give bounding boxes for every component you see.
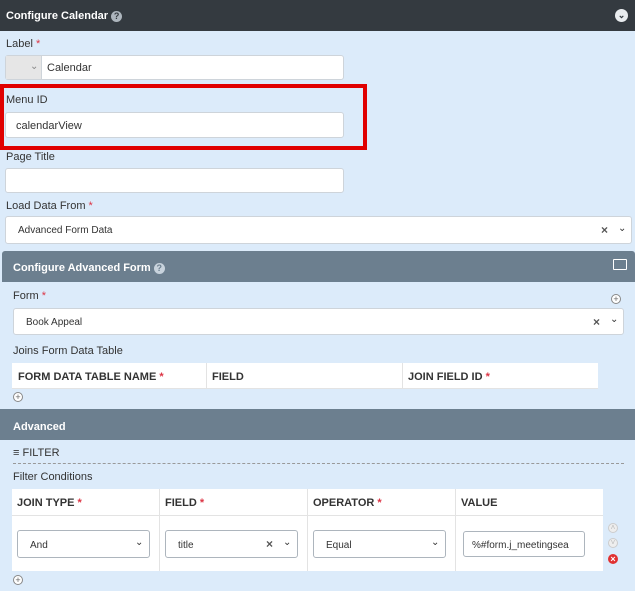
value-input-value: %#form.j_meetingsea — [472, 540, 569, 551]
load-data-label: Load Data From * — [6, 200, 93, 212]
column-divider — [307, 489, 308, 571]
col-join-type: JOIN TYPE * — [17, 497, 82, 509]
operator-value: Equal — [326, 540, 352, 551]
layers-icon: ≡ — [13, 447, 20, 459]
col-operator: OPERATOR * — [313, 497, 382, 509]
required-mark: * — [485, 371, 490, 383]
col-form-data-table-name-text: FORM DATA TABLE NAME — [18, 371, 157, 383]
chevron-down-icon[interactable]: ⌄ — [610, 314, 618, 325]
add-condition-icon[interactable]: + — [13, 575, 23, 585]
load-data-select[interactable]: Advanced Form Data × ⌄ — [5, 216, 632, 244]
label-field-label: Label * — [6, 38, 40, 50]
label-input-value: Calendar — [47, 62, 92, 74]
load-data-label-text: Load Data From — [6, 200, 86, 212]
join-type-value: And — [30, 540, 48, 551]
form-label-text: Form — [13, 290, 39, 302]
joins-form-data-table-label: Joins Form Data Table — [13, 345, 123, 357]
clear-icon[interactable]: × — [601, 223, 608, 237]
column-divider — [402, 363, 403, 389]
required-mark: * — [77, 497, 82, 509]
move-down-icon[interactable]: ˅ — [608, 538, 618, 548]
required-mark: * — [199, 497, 205, 509]
add-icon[interactable]: + — [611, 294, 621, 304]
col-operator-text: OPERATOR — [313, 497, 375, 509]
help-icon[interactable]: ? — [111, 10, 123, 22]
configure-calendar-header: Configure Calendar? ⌄ — [0, 0, 635, 31]
icon-picker[interactable]: ⌄ — [6, 56, 42, 79]
form-select[interactable]: Book Appeal × ⌄ — [13, 308, 624, 335]
menu-id-label: Menu ID — [6, 94, 48, 106]
col-join-type-text: JOIN TYPE — [17, 497, 75, 509]
col-filter-field: FIELD * — [165, 497, 204, 509]
folder-open-icon[interactable] — [613, 259, 627, 270]
operator-select[interactable]: Equal ⌄ — [313, 530, 446, 558]
required-mark: * — [88, 200, 93, 212]
chevron-down-icon: ⌄ — [30, 61, 39, 72]
filter-conditions-label: Filter Conditions — [13, 471, 93, 483]
menu-id-input[interactable]: calendarView — [5, 112, 344, 138]
value-input[interactable]: %#form.j_meetingsea — [463, 531, 585, 557]
col-form-data-table-name: FORM DATA TABLE NAME * — [18, 371, 164, 383]
column-divider — [206, 363, 207, 389]
col-join-field-id: JOIN FIELD ID * — [408, 371, 490, 383]
label-input[interactable]: ⌄ Calendar — [5, 55, 344, 80]
required-mark: * — [41, 290, 47, 302]
chevron-down-icon: ⌄ — [283, 537, 292, 548]
joins-table-header: FORM DATA TABLE NAME * FIELD JOIN FIELD … — [12, 363, 598, 389]
form-select-value: Book Appeal — [26, 317, 83, 328]
advanced-title: Advanced — [13, 421, 66, 433]
col-value: VALUE — [461, 497, 498, 509]
page-title-input[interactable] — [5, 168, 344, 193]
collapse-chevron-icon[interactable]: ⌄ — [615, 9, 628, 22]
add-join-icon[interactable]: + — [13, 392, 23, 402]
chevron-down-icon[interactable]: ⌄ — [618, 223, 626, 234]
help-icon[interactable]: ? — [153, 262, 165, 274]
filter-divider — [13, 463, 624, 464]
load-data-value: Advanced Form Data — [18, 225, 113, 236]
col-join-field-id-text: JOIN FIELD ID — [408, 371, 483, 383]
filter-conditions-table: JOIN TYPE * FIELD * OPERATOR * VALUE And… — [12, 489, 603, 571]
col-filter-field-text: FIELD — [165, 497, 197, 509]
field-value: title — [178, 540, 194, 551]
chevron-down-icon: ⌄ — [431, 537, 440, 548]
column-divider — [455, 489, 456, 571]
page-title-label: Page Title — [6, 151, 55, 163]
chevron-down-icon: ⌄ — [135, 537, 144, 548]
required-mark: * — [159, 371, 164, 383]
menu-id-value: calendarView — [16, 120, 82, 132]
advanced-form-title: Configure Advanced Form? — [13, 262, 165, 274]
required-mark: * — [377, 497, 382, 509]
advanced-header: Advanced — [0, 409, 635, 440]
field-select[interactable]: title × ⌄ — [165, 530, 298, 558]
advanced-form-title-text: Configure Advanced Form — [13, 262, 151, 274]
header-title-text: Configure Calendar — [6, 10, 109, 22]
move-up-icon[interactable]: ˄ — [608, 523, 618, 533]
form-label: Form * — [13, 290, 46, 302]
header-title: Configure Calendar? — [6, 10, 123, 22]
filter-label: FILTER — [22, 447, 60, 459]
label-field-label-text: Label — [6, 38, 33, 50]
configure-advanced-form-header: Configure Advanced Form? — [2, 251, 635, 282]
column-divider — [159, 489, 160, 571]
join-type-select[interactable]: And ⌄ — [17, 530, 150, 558]
delete-row-icon[interactable]: × — [608, 554, 618, 564]
col-field: FIELD — [212, 371, 244, 383]
clear-icon[interactable]: × — [593, 315, 600, 329]
required-mark: * — [35, 38, 41, 50]
filter-heading: ≡ FILTER — [13, 447, 60, 459]
clear-icon[interactable]: × — [266, 537, 273, 551]
